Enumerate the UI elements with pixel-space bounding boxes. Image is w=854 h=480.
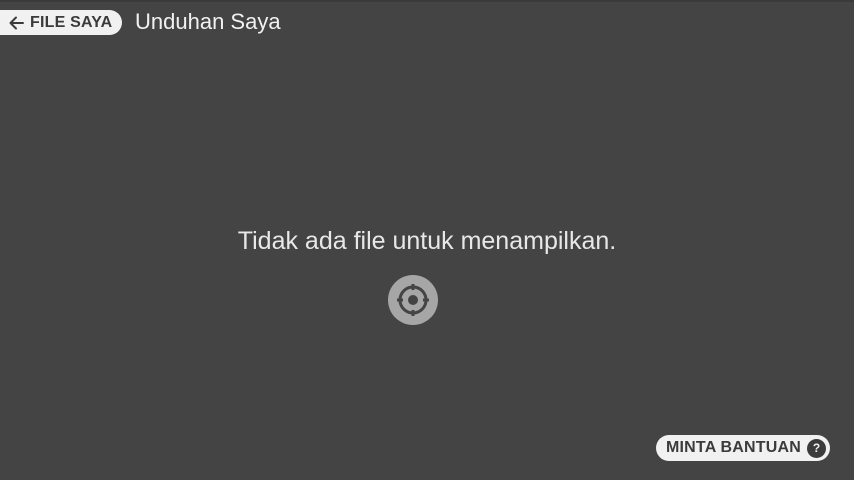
help-button-label: MINTA BANTUAN [666,439,802,456]
arrow-left-icon [8,15,24,31]
downloads-screen: FILE SAYA Unduhan Saya Tidak ada file un… [0,0,854,480]
empty-state-message: Tidak ada file untuk menampilkan. [237,227,617,255]
top-divider [0,0,854,2]
crosshair-target-button[interactable] [388,275,438,325]
back-to-my-files-button[interactable]: FILE SAYA [0,10,123,35]
crosshair-target-icon [394,281,432,319]
ask-for-help-button[interactable]: MINTA BANTUAN ? [656,435,831,461]
back-button-label: FILE SAYA [30,14,113,31]
question-mark-icon: ? [807,438,827,458]
page-title: Unduhan Saya [135,9,281,34]
